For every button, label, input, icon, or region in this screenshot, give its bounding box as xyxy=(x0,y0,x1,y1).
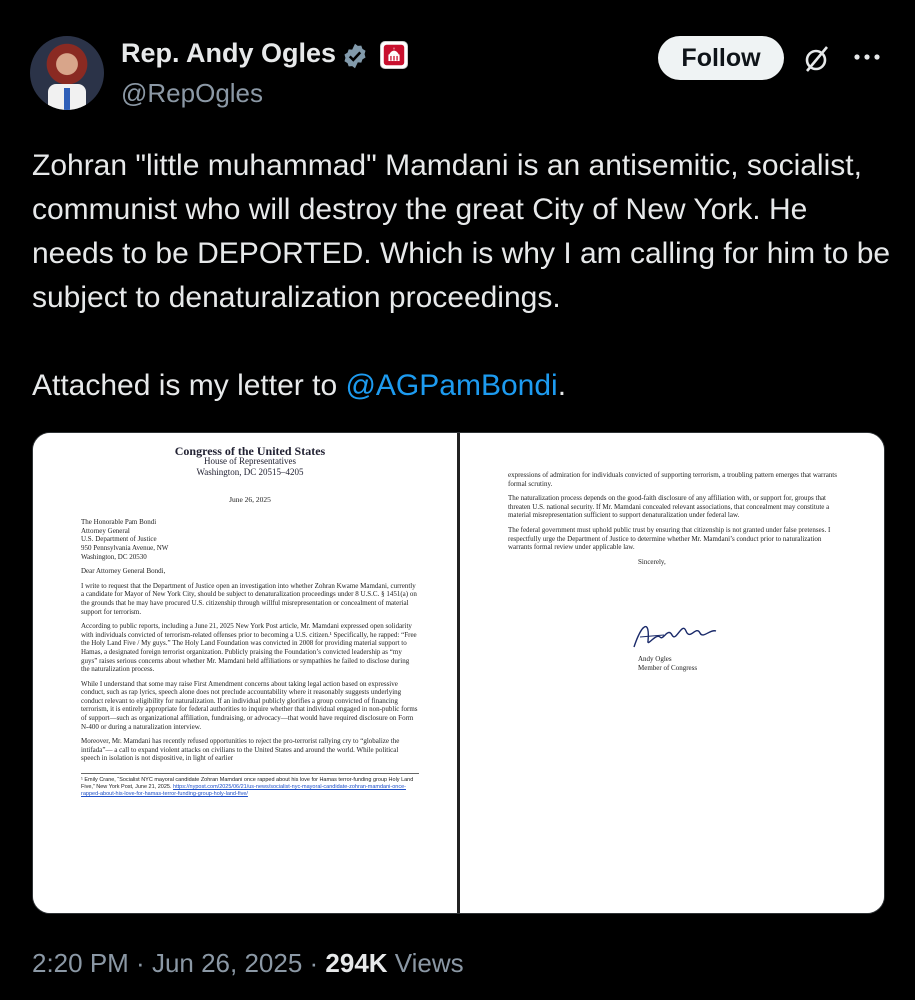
signer-title: Member of Congress xyxy=(637,663,698,672)
author-handle[interactable]: @RepOgles xyxy=(121,78,263,109)
letter-salutation: Dear Attorney General Bondi, xyxy=(81,567,166,576)
views-label: Views xyxy=(387,948,464,978)
government-affiliation-icon xyxy=(380,41,408,69)
tweet-text: Zohran "little muhammad" Mamdani is an a… xyxy=(32,144,892,452)
letter-paragraph: While I understand that some may raise F… xyxy=(81,679,418,731)
letter-page-1: Congress of the United States House of R… xyxy=(33,433,457,913)
meta-separator: · xyxy=(302,948,326,978)
letterhead-title: Congress of the United States xyxy=(174,444,326,458)
avatar-tie xyxy=(64,88,70,110)
tweet-text-fragment: . xyxy=(557,369,567,402)
author-avatar[interactable] xyxy=(30,36,104,110)
mention-link[interactable]: @AGPamBondi xyxy=(345,369,557,402)
attached-letter-image[interactable]: Congress of the United States House of R… xyxy=(32,432,885,914)
views-count: 294K xyxy=(325,948,388,978)
signer-name: Andy Ogles xyxy=(637,655,672,663)
letter-paragraph: expressions of admiration for individual… xyxy=(507,471,837,488)
author-display-name[interactable]: Rep. Andy Ogles xyxy=(121,38,336,69)
follow-button[interactable]: Follow xyxy=(658,36,784,80)
letterhead-subtitle: House of Representatives xyxy=(204,455,296,466)
recipient-line: 950 Pennsylvania Avenue, NW xyxy=(81,543,169,552)
meta-separator: · xyxy=(128,948,152,978)
recipient-line: Washington, DC 20530 xyxy=(81,552,147,561)
tweet-paragraph: Zohran "little muhammad" Mamdani is an a… xyxy=(32,149,891,314)
tweet-time[interactable]: 2:20 PM xyxy=(32,948,129,978)
letter-date: June 26, 2025 xyxy=(229,494,271,504)
letter-paragraph: According to public reports, including a… xyxy=(81,622,417,674)
recipient-line: U.S. Department of Justice xyxy=(81,535,157,544)
tweet-date[interactable]: Jun 26, 2025 xyxy=(152,948,302,978)
recipient-line: The Honorable Pam Bondi xyxy=(81,518,157,527)
tweet-meta: 2:20 PM · Jun 26, 2025 · 294K Views xyxy=(32,948,464,979)
recipient-line: Attorney General xyxy=(81,526,130,535)
tweet-text-fragment: Attached is my letter to xyxy=(32,369,346,402)
letter-footnote: ¹ Emily Crane, “Socialist NYC mayoral ca… xyxy=(81,773,419,798)
grok-icon[interactable] xyxy=(802,44,832,74)
letter-paragraph: I write to request that the Department o… xyxy=(81,581,417,616)
letter-paragraph: Moreover, Mr. Mamdani has recently refus… xyxy=(81,737,400,763)
more-options-icon[interactable] xyxy=(852,50,882,64)
signature-icon xyxy=(633,626,717,648)
tweet-paragraph: Attached is my letter to @AGPamBondi. xyxy=(32,364,892,408)
letter-paragraph: The federal government must uphold publi… xyxy=(507,525,831,552)
letter-paragraph: The naturalization process depends on th… xyxy=(507,494,830,520)
letter-page-2: expressions of admiration for individual… xyxy=(459,433,884,913)
verified-badge-icon xyxy=(344,43,366,69)
letter-closing: Sincerely, xyxy=(637,557,666,566)
letterhead-address: Washington, DC 20515–4205 xyxy=(196,466,304,477)
